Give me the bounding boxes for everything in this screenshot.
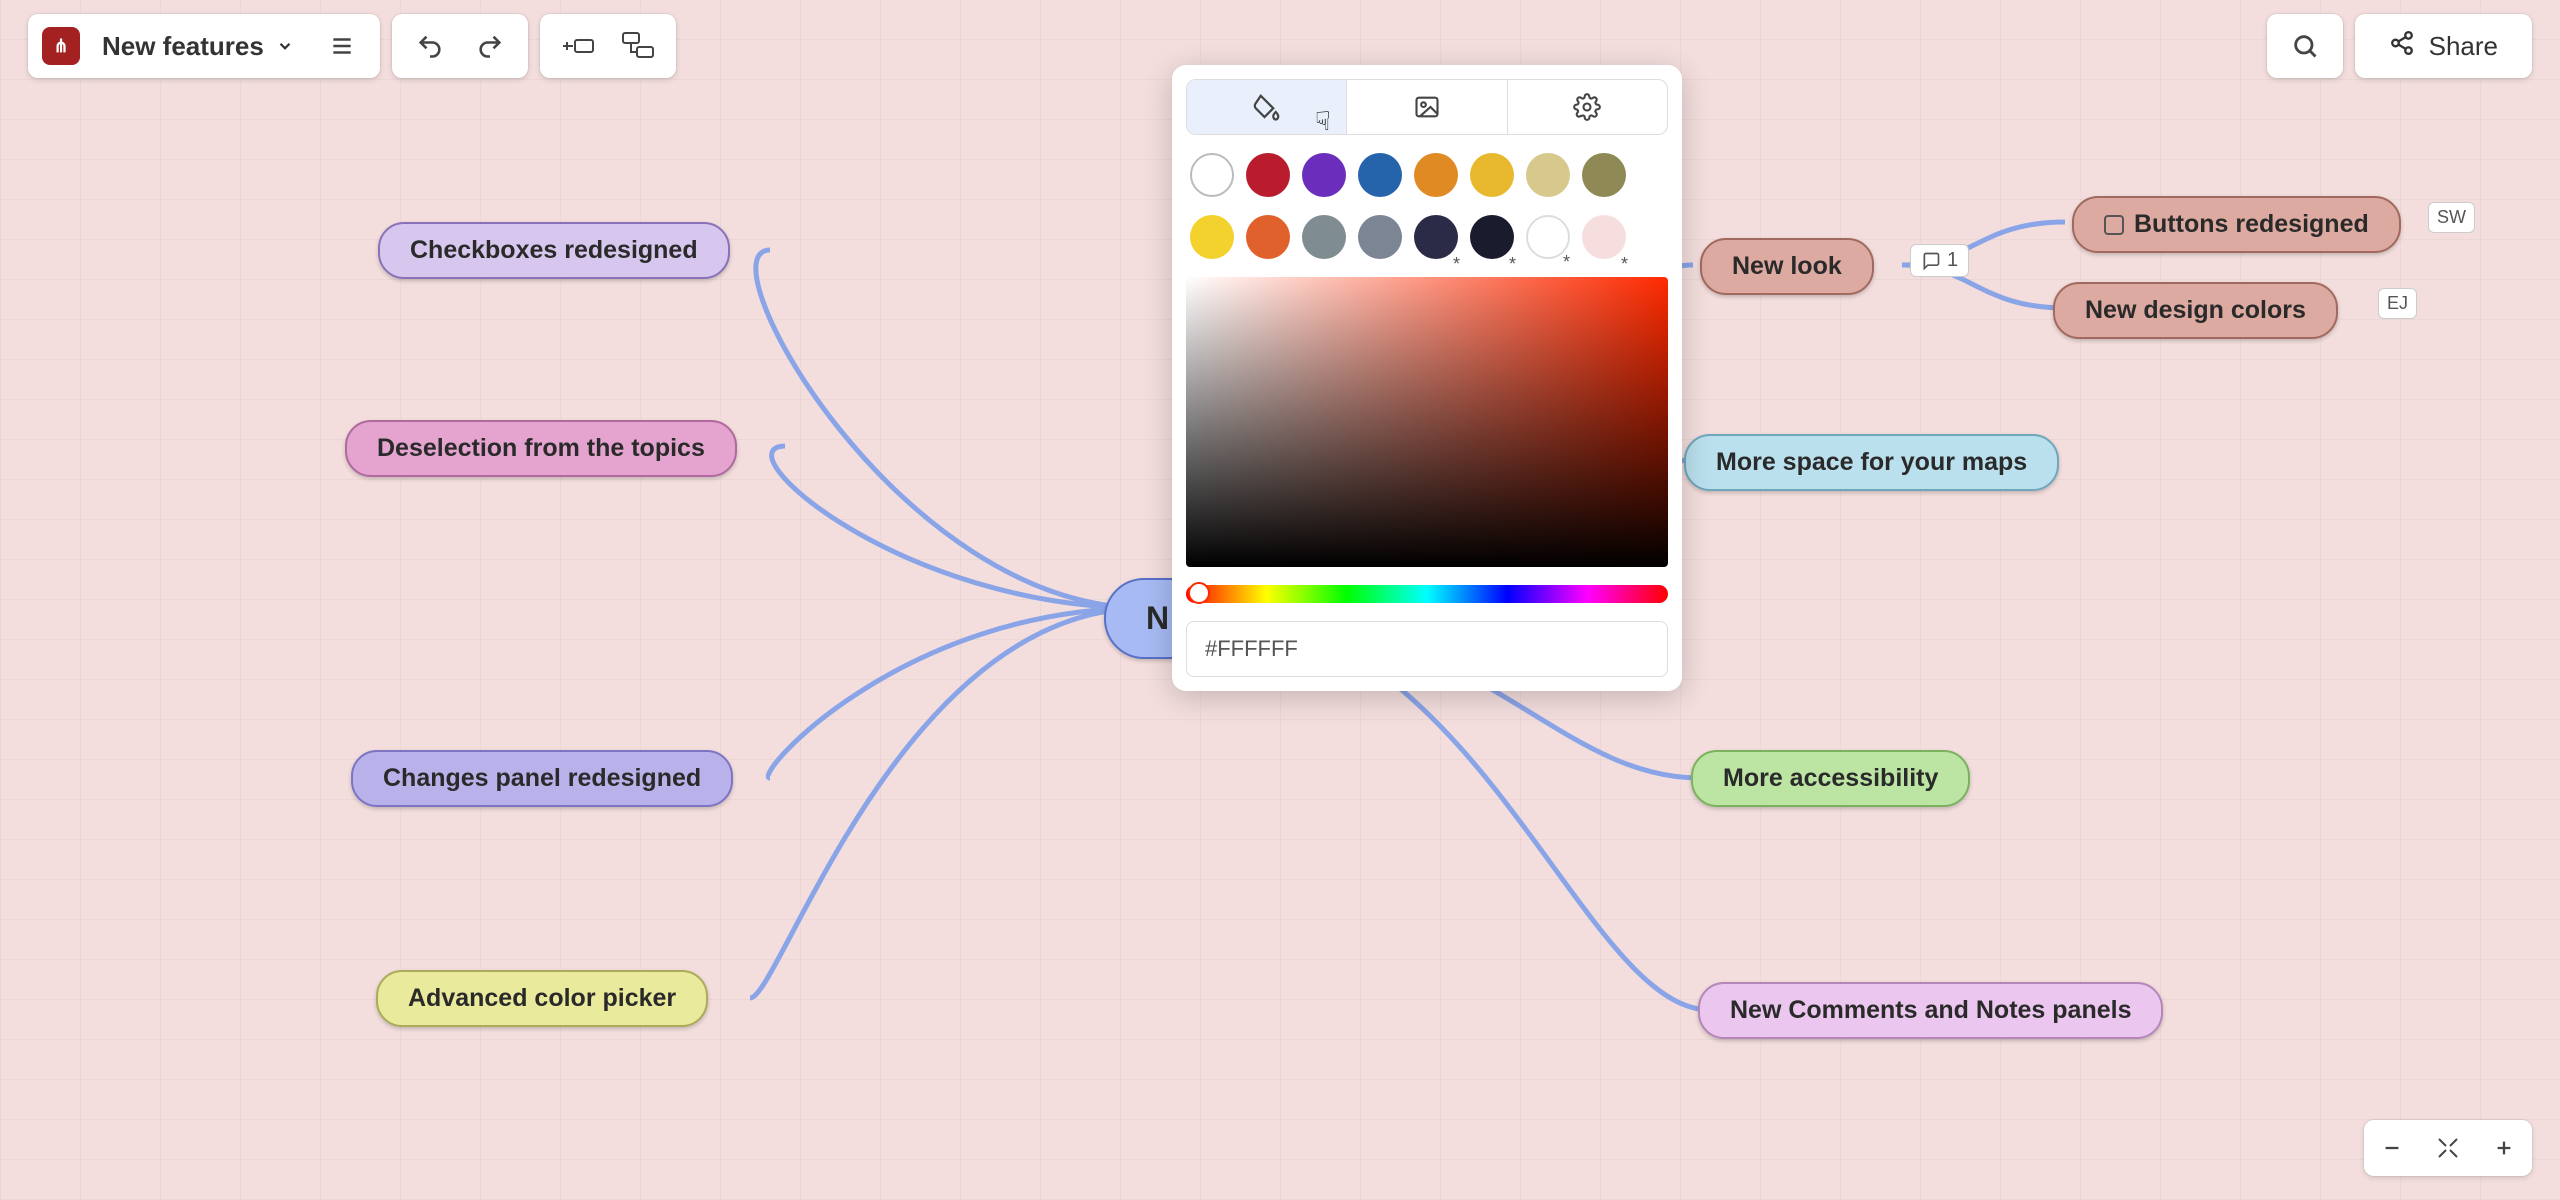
fit-to-screen-button[interactable] [2420,1124,2476,1172]
search-button[interactable] [2275,20,2335,72]
zoom-out-button[interactable] [2364,1124,2420,1172]
color-swatch[interactable] [1358,153,1402,197]
avatar-badge-ej[interactable]: EJ [2378,288,2417,319]
share-label: Share [2429,31,2498,62]
color-swatch[interactable] [1246,153,1290,197]
color-swatch[interactable] [1526,153,1570,197]
tab-fill-color[interactable] [1187,80,1346,134]
node-comments-notes[interactable]: New Comments and Notes panels [1698,982,2163,1039]
color-swatch[interactable] [1302,215,1346,259]
menu-button[interactable] [312,20,372,72]
node-new-look[interactable]: New look [1700,238,1874,295]
zoom-controls [2364,1120,2532,1176]
color-swatch[interactable] [1358,215,1402,259]
add-topic-button[interactable] [548,20,608,72]
color-swatch[interactable] [1470,153,1514,197]
share-button[interactable]: Share [2363,20,2524,72]
node-color-picker[interactable]: Advanced color picker [376,970,708,1027]
color-swatches-row2 [1186,215,1668,259]
color-swatch[interactable] [1302,153,1346,197]
document-title: New features [102,31,264,62]
color-swatch[interactable] [1190,153,1234,197]
document-title-button[interactable]: New features [88,20,312,72]
app-logo: ⋔ [42,27,80,65]
color-picker-popover [1172,65,1682,691]
color-swatch[interactable] [1246,215,1290,259]
color-swatch[interactable] [1526,215,1570,259]
node-buttons-redesigned[interactable]: Buttons redesigned [2072,196,2401,253]
color-swatch[interactable] [1190,215,1234,259]
popover-tabs [1186,79,1668,135]
checkbox-icon [2104,215,2124,235]
hue-thumb[interactable] [1188,582,1210,604]
color-swatch[interactable] [1414,153,1458,197]
chevron-down-icon [276,31,294,62]
saturation-value-picker[interactable] [1186,277,1668,567]
node-changes-panel[interactable]: Changes panel redesigned [351,750,733,807]
color-swatches-row1 [1186,153,1668,197]
tab-image[interactable] [1346,80,1506,134]
node-design-colors[interactable]: New design colors [2053,282,2338,339]
color-swatch[interactable] [1414,215,1458,259]
comment-count-badge[interactable]: 1 [1910,244,1969,277]
hue-slider[interactable] [1186,585,1668,603]
tab-settings[interactable] [1507,80,1667,134]
avatar-badge-sw[interactable]: SW [2428,202,2475,233]
redo-button[interactable] [460,20,520,72]
node-deselection[interactable]: Deselection from the topics [345,420,737,477]
node-checkboxes[interactable]: Checkboxes redesigned [378,222,730,279]
color-swatch[interactable] [1582,153,1626,197]
share-icon [2389,30,2415,63]
add-subtopic-button[interactable] [608,20,668,72]
zoom-in-button[interactable] [2476,1124,2532,1172]
color-swatch[interactable] [1470,215,1514,259]
node-accessibility[interactable]: More accessibility [1691,750,1970,807]
hex-input[interactable] [1186,621,1668,677]
undo-button[interactable] [400,20,460,72]
color-swatch[interactable] [1582,215,1626,259]
node-more-space[interactable]: More space for your maps [1684,434,2059,491]
